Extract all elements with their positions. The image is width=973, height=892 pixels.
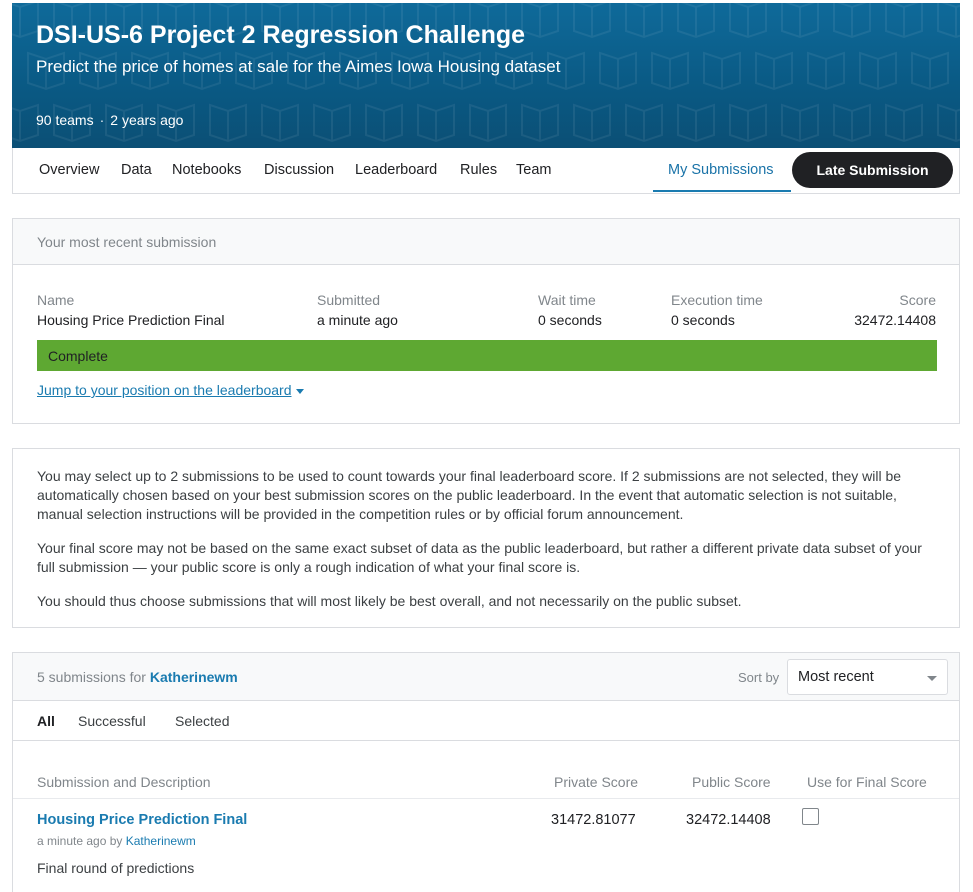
column-public-score: Public Score <box>692 774 771 790</box>
chevron-down-icon <box>927 676 937 681</box>
submission-meta: a minute ago by Katherinewm <box>37 834 196 848</box>
info-paragraph: Your final score may not be based on the… <box>37 540 922 575</box>
filter-selected[interactable]: Selected <box>175 713 229 729</box>
jump-to-leaderboard-link[interactable]: Jump to your position on the leaderboard <box>37 382 304 398</box>
use-for-final-checkbox[interactable] <box>802 808 819 825</box>
jump-link-label: Jump to your position on the leaderboard <box>37 382 292 398</box>
wait-time-value: 0 seconds <box>538 312 602 328</box>
info-paragraph: You may select up to 2 submissions to be… <box>37 468 902 522</box>
sort-label: Sort by <box>738 670 780 685</box>
submission-time: a minute ago by <box>37 834 123 848</box>
sort-value: Most recent <box>798 669 874 685</box>
tab-overview[interactable]: Overview <box>39 162 99 178</box>
late-submission-button[interactable]: Late Submission <box>792 152 953 188</box>
recent-submission-card: Your most recent submission Name Housing… <box>12 218 960 424</box>
tab-discussion[interactable]: Discussion <box>264 162 334 178</box>
score-value: 32472.14408 <box>854 312 936 328</box>
sort-select[interactable]: Most recent <box>787 659 948 695</box>
teams-count: 90 teams <box>36 112 94 128</box>
caret-down-icon <box>295 388 304 394</box>
execution-time-value: 0 seconds <box>671 312 735 328</box>
table-header: Submission and Description Private Score… <box>13 771 959 799</box>
submitted-value: a minute ago <box>317 312 398 328</box>
competition-tabs: Overview Data Notebooks Discussion Leade… <box>12 148 960 194</box>
filter-all[interactable]: All <box>37 713 55 729</box>
column-description: Submission and Description <box>37 774 211 790</box>
submission-description: Final round of predictions <box>37 860 195 876</box>
status-bar: Complete <box>37 340 937 371</box>
score-label: Score <box>899 292 936 308</box>
filter-successful[interactable]: Successful <box>78 713 146 729</box>
info-paragraph: You should thus choose submissions that … <box>37 593 742 609</box>
tab-rules[interactable]: Rules <box>460 162 497 178</box>
active-tab-indicator <box>653 190 791 192</box>
tab-leaderboard[interactable]: Leaderboard <box>355 162 437 178</box>
private-score: 31472.81077 <box>551 812 636 828</box>
competition-meta: 90 teams · 2 years ago <box>36 112 183 128</box>
competition-title: DSI-US-6 Project 2 Regression Challenge <box>36 21 526 49</box>
submissions-user-link[interactable]: Katherinewm <box>150 669 238 685</box>
submission-filters: All Successful Selected <box>13 701 959 741</box>
public-score: 32472.14408 <box>686 812 771 828</box>
competition-subtitle: Predict the price of homes at sale for t… <box>36 57 561 76</box>
recent-submission-header: Your most recent submission <box>13 219 959 265</box>
column-private-score: Private Score <box>554 774 639 790</box>
tab-data[interactable]: Data <box>121 162 152 178</box>
tab-team[interactable]: Team <box>516 162 551 178</box>
tab-my-submissions[interactable]: My Submissions <box>668 162 774 178</box>
name-value: Housing Price Prediction Final <box>37 312 225 328</box>
column-use-for-final: Use for Final Score <box>807 774 927 790</box>
submission-author-link[interactable]: Katherinewm <box>126 834 196 848</box>
competition-age: 2 years ago <box>110 112 184 128</box>
wait-time-label: Wait time <box>538 292 596 308</box>
submissions-card: 5 submissions for Katherinewm Sort by Mo… <box>12 652 960 892</box>
execution-time-label: Execution time <box>671 292 763 308</box>
submission-title-link[interactable]: Housing Price Prediction Final <box>37 812 247 828</box>
submitted-label: Submitted <box>317 292 381 308</box>
tab-notebooks[interactable]: Notebooks <box>172 162 241 178</box>
meta-separator: · <box>99 112 105 128</box>
name-label: Name <box>37 292 75 308</box>
submissions-count: 5 submissions for <box>37 669 146 685</box>
final-score-info-card: You may select up to 2 submissions to be… <box>12 448 960 628</box>
competition-banner: DSI-US-6 Project 2 Regression Challenge … <box>12 3 960 148</box>
